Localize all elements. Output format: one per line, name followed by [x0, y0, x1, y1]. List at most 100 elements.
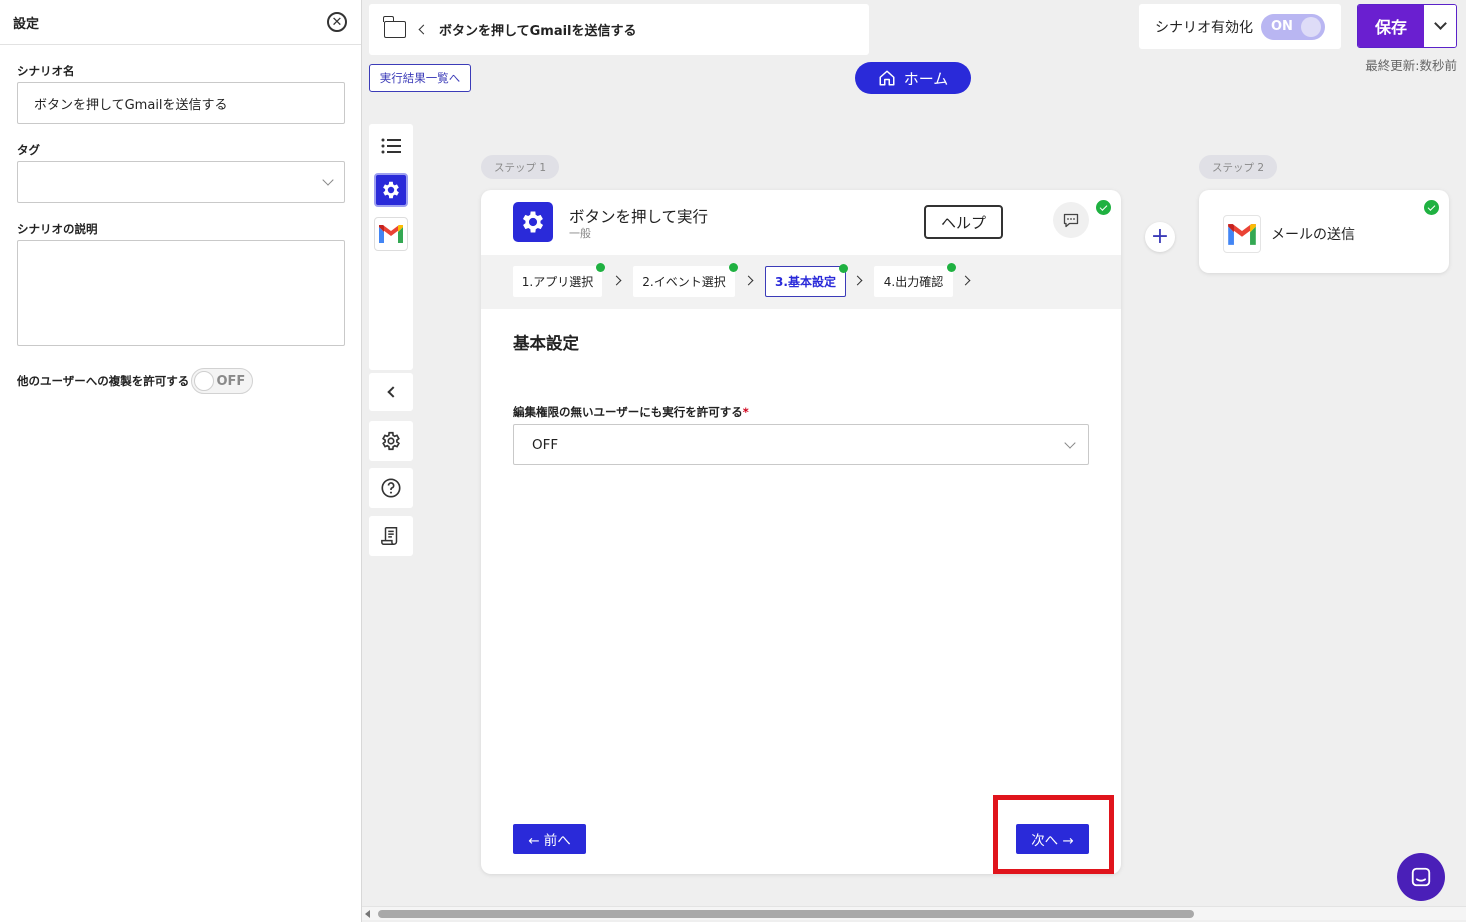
last-updated-text: 最終更新:数秒前 — [1365, 58, 1457, 73]
gear-icon — [522, 211, 544, 233]
step2-label: ステップ 2 — [1199, 155, 1277, 179]
folder-icon[interactable] — [383, 16, 406, 38]
collapse-button[interactable] — [369, 373, 413, 411]
step1-label: ステップ 1 — [481, 155, 559, 179]
comment-button[interactable] — [1053, 202, 1089, 238]
home-icon — [879, 70, 895, 86]
tag-label: タグ — [17, 143, 40, 157]
comment-icon — [1063, 213, 1079, 227]
log-button[interactable] — [369, 516, 413, 556]
help-circle-button[interactable] — [369, 468, 413, 508]
save-button-group: 保存 — [1357, 4, 1457, 48]
chevron-down-icon — [1064, 436, 1076, 449]
gmail-app-icon — [374, 217, 408, 251]
required-mark: * — [742, 405, 749, 419]
help-tool — [369, 468, 413, 508]
card-subtitle: 一般 — [569, 227, 591, 240]
gmail-icon — [379, 225, 403, 243]
list-icon — [381, 138, 401, 154]
execute-permission-value: OFF — [532, 436, 559, 453]
copy-permission-toggle-text: OFF — [216, 373, 246, 389]
settings-panel-header: 設定 ✕ — [0, 0, 361, 45]
next-button-highlight — [993, 795, 1114, 874]
copy-permission-label: 他のユーザーへの複製を許可する — [17, 374, 190, 388]
execute-permission-select[interactable]: OFF — [513, 424, 1089, 465]
chevron-right-icon — [743, 275, 754, 286]
results-list-link[interactable]: 実行結果一覧へ — [369, 64, 471, 92]
activate-label: シナリオ有効化 — [1155, 19, 1253, 36]
gmail-app-icon — [1223, 215, 1261, 253]
tab-label: 2.イベント選択 — [642, 275, 726, 289]
copy-permission-row: 他のユーザーへの複製を許可する OFF — [17, 368, 254, 394]
settings-tool — [369, 421, 413, 461]
chat-icon — [1411, 867, 1431, 887]
tag-select[interactable] — [17, 161, 345, 203]
activate-toggle-text: ON — [1271, 19, 1293, 34]
gear-app-icon — [374, 173, 408, 207]
document-icon — [381, 527, 398, 545]
step2-title: メールの送信 — [1271, 227, 1355, 243]
gmail-icon — [1228, 223, 1256, 245]
settings-panel: 設定 ✕ シナリオ名 ボタンを押してGmailを送信する タグ シナリオの説明 … — [0, 0, 362, 922]
settings-panel-title: 設定 — [13, 16, 40, 32]
gear-app-icon — [513, 202, 553, 242]
chat-support-button[interactable] — [1397, 853, 1445, 901]
horizontal-scrollbar[interactable] — [362, 906, 1466, 920]
list-button[interactable] — [369, 124, 413, 168]
scenario-name-input[interactable]: ボタンを押してGmailを送信する — [17, 82, 345, 124]
tab-event-select[interactable]: 2.イベント選択 — [633, 263, 738, 297]
tab-label: 4.出力確認 — [883, 275, 944, 289]
execute-permission-label-text: 編集権限の無いユーザーにも実行を許可する — [513, 405, 743, 419]
step1-app-button[interactable] — [369, 168, 413, 212]
description-label: シナリオの説明 — [17, 222, 98, 236]
home-button-label: ホーム — [903, 69, 949, 88]
scrollbar-thumb[interactable] — [378, 910, 1194, 918]
prev-button[interactable]: ← 前へ — [513, 824, 586, 854]
chevron-right-icon — [852, 275, 863, 286]
settings-button[interactable] — [369, 421, 413, 461]
scroll-left-icon[interactable] — [365, 910, 370, 918]
home-button[interactable]: ホーム — [855, 62, 971, 94]
chevron-right-icon — [611, 275, 622, 286]
description-textarea[interactable] — [17, 240, 345, 346]
save-menu-button[interactable] — [1424, 5, 1456, 47]
step-tabs: 1.アプリ選択 2.イベント選択 3.基本設定 4.出力確認 — [481, 255, 1121, 309]
close-icon[interactable]: ✕ — [327, 12, 347, 32]
back-chevron-icon[interactable] — [418, 24, 429, 35]
scenario-name-label: シナリオ名 — [17, 64, 75, 78]
complete-check-icon — [1424, 200, 1439, 215]
section-title: 基本設定 — [513, 334, 579, 353]
save-button[interactable]: 保存 — [1358, 5, 1424, 47]
copy-permission-toggle[interactable]: OFF — [191, 368, 254, 394]
toggle-knob — [194, 371, 215, 391]
step2-app-button[interactable] — [369, 212, 413, 256]
activate-toggle[interactable]: ON — [1261, 13, 1325, 40]
chevron-left-icon — [387, 386, 399, 398]
tab-label: 1.アプリ選択 — [521, 275, 594, 289]
tab-label: 3.基本設定 — [775, 275, 836, 289]
gear-icon — [383, 181, 399, 199]
breadcrumb: ボタンを押してGmailを送信する — [369, 4, 869, 55]
chevron-down-icon — [1433, 16, 1447, 30]
question-icon — [381, 478, 401, 498]
step2-card[interactable]: メールの送信 — [1199, 190, 1449, 273]
tab-output-check[interactable]: 4.出力確認 — [874, 263, 956, 297]
gear-icon — [382, 431, 400, 451]
tab-basic-settings[interactable]: 3.基本設定 — [765, 264, 848, 297]
help-button[interactable]: ヘルプ — [924, 205, 1003, 239]
execute-permission-label: 編集権限の無いユーザーにも実行を許可する* — [513, 404, 749, 420]
plus-icon: + — [1150, 224, 1170, 249]
tab-app-select[interactable]: 1.アプリ選択 — [513, 263, 605, 297]
check-icon — [729, 263, 738, 272]
add-step-button[interactable]: + — [1145, 222, 1175, 252]
toggle-knob — [1301, 16, 1321, 37]
check-icon — [947, 263, 956, 272]
log-tool — [369, 516, 413, 556]
complete-check-icon — [1096, 200, 1111, 215]
chevron-right-icon — [960, 275, 971, 286]
step1-card: ボタンを押して実行 一般 ヘルプ 1.アプリ選択 2.イベント選択 3.基本設定… — [481, 190, 1121, 874]
collapse-toolbar — [369, 373, 413, 411]
chevron-down-icon — [322, 174, 334, 186]
check-icon — [596, 263, 605, 272]
scenario-activate-control: シナリオ有効化 ON — [1139, 4, 1341, 49]
